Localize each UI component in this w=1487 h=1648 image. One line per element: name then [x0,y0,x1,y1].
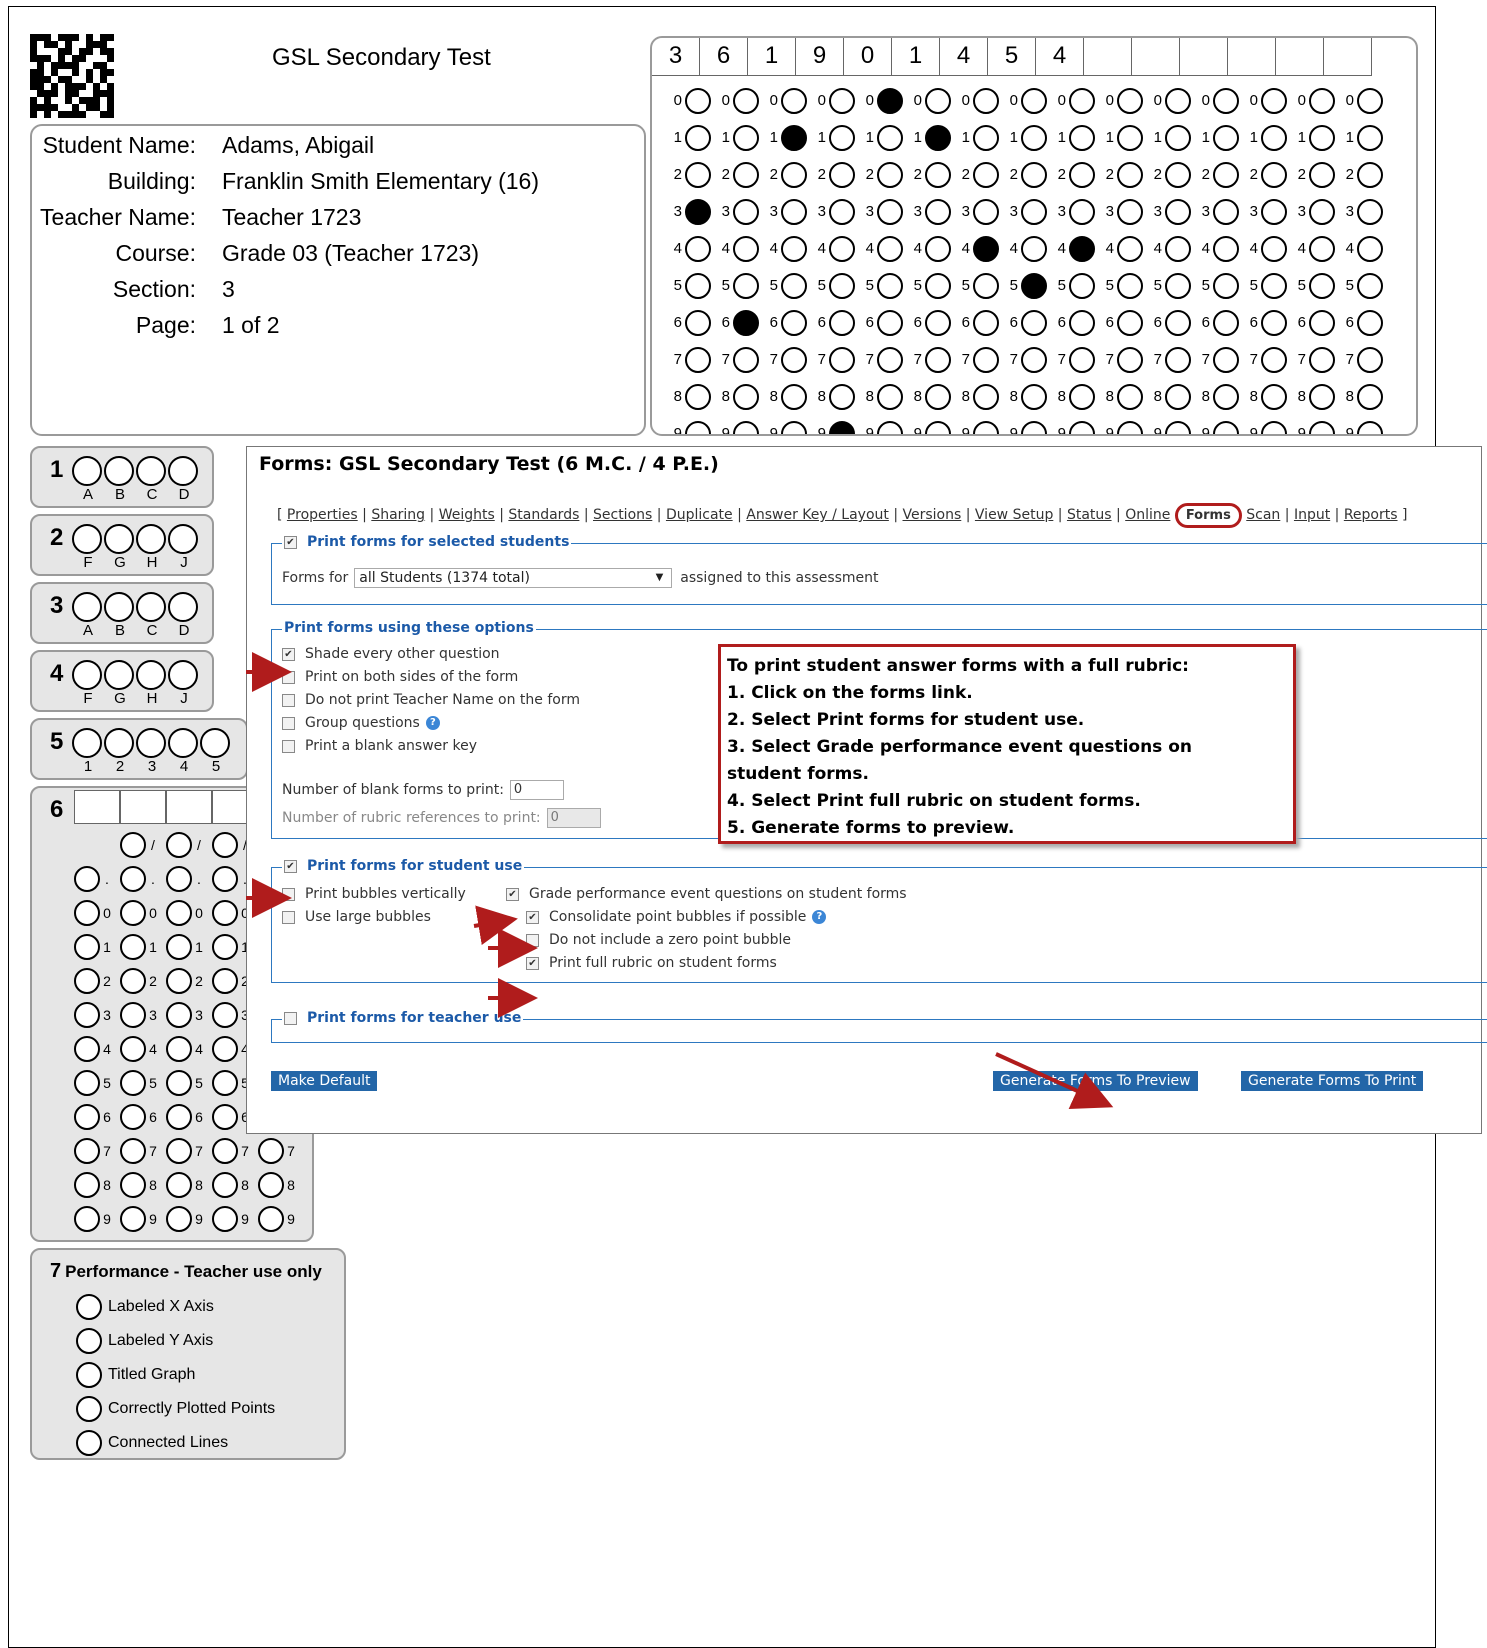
arrow-preview-button [995,1052,1114,1109]
arrow-grade-pe [473,905,518,945]
annotation-arrows [246,652,1114,1109]
